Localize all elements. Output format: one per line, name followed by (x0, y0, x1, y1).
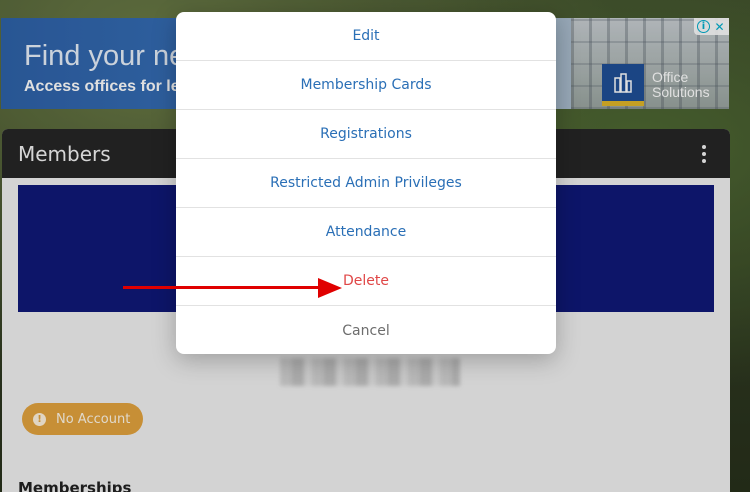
menu-item-membership-cards[interactable]: Membership Cards (176, 61, 556, 110)
menu-item-cancel[interactable]: Cancel (176, 306, 556, 354)
menu-item-restricted-admin-privileges[interactable]: Restricted Admin Privileges (176, 159, 556, 208)
menu-item-registrations[interactable]: Registrations (176, 110, 556, 159)
annotation-arrow-line (123, 286, 321, 289)
menu-item-attendance[interactable]: Attendance (176, 208, 556, 257)
menu-item-delete[interactable]: Delete (176, 257, 556, 306)
menu-item-edit[interactable]: Edit (176, 12, 556, 61)
annotation-arrow-head (318, 278, 342, 298)
action-sheet: Edit Membership Cards Registrations Rest… (176, 12, 556, 354)
